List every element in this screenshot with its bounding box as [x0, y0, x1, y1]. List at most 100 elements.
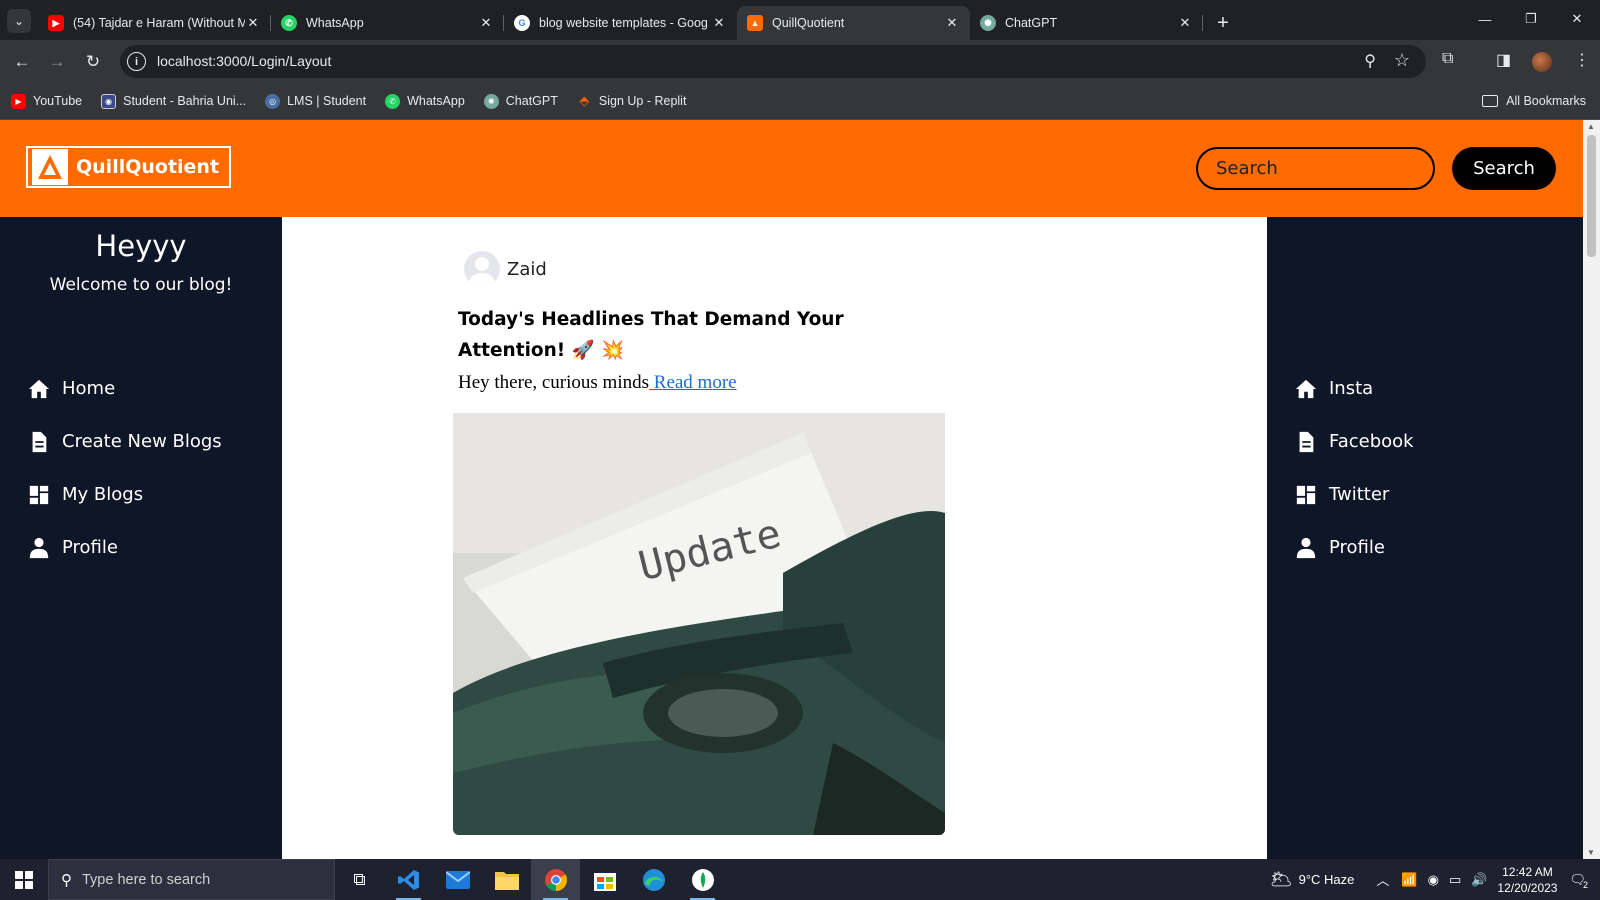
close-icon[interactable]: ✕: [711, 15, 727, 31]
zoom-icon[interactable]: ⚲: [1364, 51, 1376, 71]
scrollbar-thumb[interactable]: [1587, 135, 1596, 257]
author-name: Zaid: [507, 258, 547, 280]
close-window-icon[interactable]: ✕: [1554, 0, 1600, 38]
tab-google[interactable]: G blog website templates - Goog ✕: [504, 6, 737, 40]
search-input[interactable]: [1196, 147, 1435, 190]
user-icon: [1296, 537, 1316, 558]
sidebar-item-facebook[interactable]: Facebook: [1295, 415, 1414, 468]
sidebar-item-label: Profile: [62, 537, 118, 558]
minimize-icon[interactable]: —: [1462, 0, 1508, 38]
bookmark-chatgpt[interactable]: ✺ ChatGPT: [483, 93, 558, 109]
sidebar-item-label: My Blogs: [62, 484, 144, 505]
sidebar-item-label: Insta: [1329, 378, 1374, 399]
back-icon[interactable]: ←: [10, 50, 34, 74]
start-button[interactable]: [0, 859, 48, 900]
close-icon[interactable]: ✕: [245, 15, 261, 31]
site-header: QuillQuotient Search: [0, 120, 1583, 217]
bookmark-lms[interactable]: ◎ LMS | Student: [265, 93, 367, 109]
typewriter-image: Update: [453, 413, 945, 835]
reload-icon[interactable]: ↻: [81, 50, 105, 74]
scroll-down-icon[interactable]: ▼: [1587, 848, 1595, 857]
chevron-up-icon[interactable]: ︿: [1376, 870, 1389, 889]
home-icon: [28, 379, 50, 398]
sidebar-item-twitter[interactable]: Twitter: [1295, 468, 1414, 521]
whatsapp-icon: ✆: [385, 93, 401, 109]
tab-quillquotient[interactable]: ▲ QuillQuotient ✕: [737, 6, 970, 40]
bookmark-label: ChatGPT: [505, 94, 558, 108]
weather-text[interactable]: 9°C Haze: [1299, 872, 1355, 887]
post-image[interactable]: Update: [453, 413, 945, 835]
volume-icon[interactable]: 🔊: [1471, 872, 1487, 888]
sidebar-item-my-blogs[interactable]: My Blogs: [28, 468, 222, 521]
sidebar-item-insta[interactable]: Insta: [1295, 362, 1414, 415]
battery-icon[interactable]: ▭: [1449, 872, 1461, 888]
lms-icon: ◎: [265, 93, 281, 109]
logo-text: QuillQuotient: [76, 156, 220, 178]
mail-icon[interactable]: [433, 859, 482, 900]
sidebar-item-label: Profile: [1329, 537, 1385, 558]
tab-youtube[interactable]: ▶ (54) Tajdar e Haram (Without M ✕: [38, 6, 271, 40]
close-icon[interactable]: ✕: [478, 15, 494, 31]
file-explorer-icon[interactable]: [482, 859, 531, 900]
left-sidebar: Heyyy Welcome to our blog! Home Create N…: [0, 217, 282, 859]
menu-icon[interactable]: ⋮: [1574, 50, 1590, 70]
quill-logo-icon: [32, 149, 68, 185]
forward-icon[interactable]: →: [45, 50, 69, 74]
tab-whatsapp[interactable]: ✆ WhatsApp ✕: [271, 6, 504, 40]
greeting-heading: Heyyy: [95, 229, 187, 263]
meet-icon[interactable]: ◉: [1428, 872, 1439, 888]
post-author[interactable]: Zaid: [464, 251, 547, 287]
extensions-icon[interactable]: ⧉: [1442, 50, 1453, 68]
clock[interactable]: 12:42 AM 12/20/2023: [1497, 864, 1557, 896]
bookmark-replit[interactable]: ⬘ Sign Up - Replit: [577, 93, 687, 109]
window-controls: — ❐ ✕: [1462, 0, 1600, 38]
profile-avatar[interactable]: [1532, 52, 1552, 72]
site-info-icon[interactable]: i: [127, 52, 146, 71]
youtube-icon: ▶: [11, 93, 26, 109]
address-url[interactable]: localhost:3000/Login/Layout: [157, 53, 331, 69]
vscode-icon[interactable]: [384, 859, 433, 900]
sidebar-item-profile-right[interactable]: Profile: [1295, 521, 1414, 574]
tab-search-button[interactable]: ⌄: [7, 9, 31, 33]
tab-title: WhatsApp: [306, 16, 364, 30]
scroll-up-icon[interactable]: ▲: [1587, 122, 1595, 131]
chevron-down-icon: ⌄: [13, 14, 25, 28]
restore-icon[interactable]: ❐: [1508, 0, 1554, 38]
edge-icon[interactable]: [629, 859, 678, 900]
bookmark-youtube[interactable]: ▶ YouTube: [11, 93, 82, 109]
address-bar[interactable]: i localhost:3000/Login/Layout ⚲ ☆: [120, 45, 1426, 78]
bookmark-whatsapp[interactable]: ✆ WhatsApp: [385, 93, 465, 109]
side-panel-icon[interactable]: ◨: [1496, 50, 1511, 70]
read-more-link[interactable]: Read more: [649, 372, 737, 393]
store-icon[interactable]: [580, 859, 629, 900]
all-bookmarks[interactable]: All Bookmarks: [1482, 94, 1586, 108]
task-view-icon[interactable]: ⧉: [335, 859, 384, 900]
network-icon[interactable]: 📶: [1401, 872, 1417, 888]
bookmark-bahria[interactable]: ◉ Student - Bahria Uni...: [101, 93, 246, 109]
search-button[interactable]: Search: [1452, 147, 1556, 190]
tab-chatgpt[interactable]: ✺ ChatGPT ✕: [970, 6, 1203, 40]
new-tab-button[interactable]: +: [1209, 6, 1237, 40]
weather-icon[interactable]: 🌥: [1270, 869, 1293, 890]
notification-icon[interactable]: 🗨 2: [1569, 872, 1588, 890]
sidebar-item-create-blog[interactable]: Create New Blogs: [28, 415, 222, 468]
mongodb-compass-icon[interactable]: [678, 859, 727, 900]
sidebar-item-profile[interactable]: Profile: [28, 521, 222, 574]
page-scrollbar[interactable]: ▲ ▼: [1583, 120, 1600, 859]
system-tray: 🌥 9°C Haze ︿ 📶 ◉ ▭ 🔊 12:42 AM 12/20/2023…: [1270, 859, 1600, 900]
post-title[interactable]: Today's Headlines That Demand Your Atten…: [458, 304, 928, 366]
bookmark-star-icon[interactable]: ☆: [1394, 50, 1410, 71]
notification-count: 2: [1582, 879, 1588, 890]
right-sidebar: Insta Facebook Twitter Profile: [1267, 217, 1583, 859]
bookmark-label: LMS | Student: [287, 94, 367, 108]
sidebar-item-home[interactable]: Home: [28, 362, 222, 415]
close-icon[interactable]: ✕: [944, 15, 960, 31]
site-logo[interactable]: QuillQuotient: [26, 146, 232, 188]
close-icon[interactable]: ✕: [1177, 15, 1193, 31]
bookmark-label: Sign Up - Replit: [598, 94, 687, 108]
taskbar-search[interactable]: ⚲ Type here to search: [48, 859, 335, 900]
chrome-icon[interactable]: [531, 859, 580, 900]
chatgpt-icon: ✺: [980, 15, 996, 31]
taskbar-search-placeholder: Type here to search: [82, 871, 211, 888]
tab-title: blog website templates - Goog: [539, 16, 708, 30]
